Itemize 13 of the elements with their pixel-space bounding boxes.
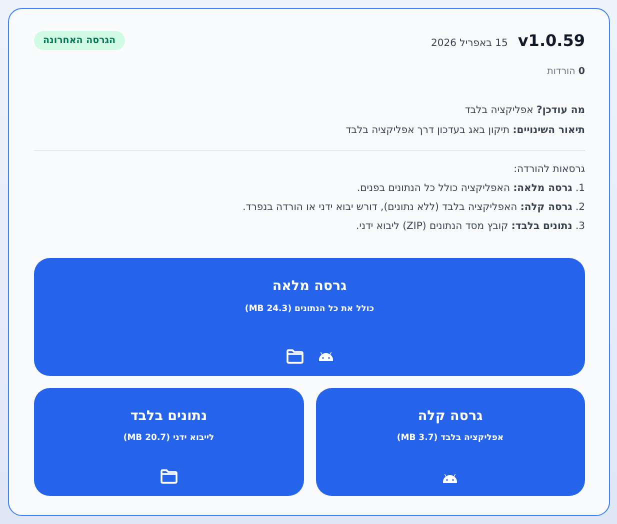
release-date: 15 באפריל 2026 <box>431 38 508 49</box>
android-icon <box>442 473 458 484</box>
folder-icon <box>286 349 304 364</box>
download-button[interactable]: גרסה קלה אפליקציה בלבד (3.7 MB) <box>316 388 585 496</box>
version-number: v1.0.59 <box>518 31 585 50</box>
download-button[interactable]: נתונים בלבד לייבוא ידני (20.7 MB) <box>34 388 304 496</box>
latest-badge: הגרסה האחרונה <box>34 31 125 50</box>
release-note: מה עודכן? אפליקציה בלבד <box>464 105 585 116</box>
android-icon <box>318 351 334 362</box>
download-button[interactable]: גרסה מלאה כולל את כל הנתונים (24.3 MB) <box>34 258 585 376</box>
folder-icon <box>160 469 178 484</box>
release-note: תיאור השינויים: תיקון באג בעדכון דרך אפליקציה בלבד <box>344 125 585 136</box>
versions-heading: גרסאות להורדה: <box>512 164 585 175</box>
